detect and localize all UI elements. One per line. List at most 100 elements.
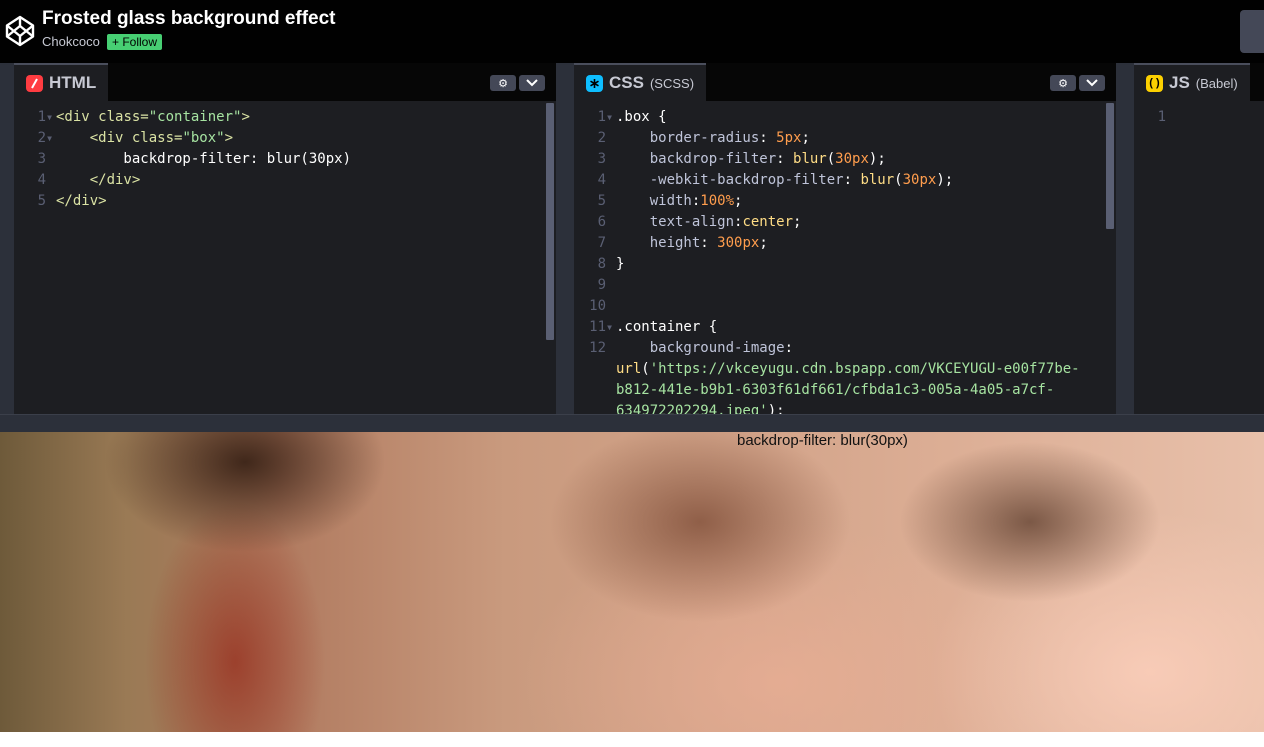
code-line: 5 </div>: [14, 191, 556, 212]
result-preview: backdrop-filter: blur(30px): [0, 432, 1264, 732]
line-number: 9: [597, 277, 606, 293]
tab-css[interactable]: CSS (SCSS): [574, 63, 707, 101]
line-number: 5: [37, 193, 46, 209]
code-line: 4 </div>: [14, 170, 556, 191]
css-pane-header: CSS (SCSS) ⚙: [574, 63, 1116, 101]
line-number: 4: [37, 172, 46, 188]
css-settings-button[interactable]: ⚙: [1050, 75, 1076, 91]
line-number: 1 ▼: [14, 107, 56, 128]
line-number: 11 ▼: [574, 317, 616, 338]
code-text: -webkit-backdrop-filter: blur(30px);: [616, 172, 954, 188]
code-line: 1 ▼ .box {: [574, 107, 1116, 128]
tab-js[interactable]: ( ) JS (Babel): [1134, 63, 1250, 101]
code-line: 10: [574, 296, 1116, 317]
code-text: backdrop-filter: blur(30px): [56, 151, 352, 167]
tab-css-label: CSS: [609, 73, 644, 92]
line-number: 3: [597, 151, 606, 167]
code-line: 5 width:100%;: [574, 191, 1116, 212]
code-line: 6 text-align:center;: [574, 212, 1116, 233]
code-line: 3 backdrop-filter: blur(30px);: [574, 149, 1116, 170]
code-text: 634972202294.jpeg');: [616, 403, 785, 414]
result-label: backdrop-filter: blur(30px): [737, 432, 908, 449]
line-number: 7: [597, 235, 606, 251]
css-scrollbar[interactable]: [1106, 103, 1114, 229]
code-text: .box {: [616, 109, 667, 125]
css-code[interactable]: 1 ▼ .box {2 border-radius: 5px; 3 backdrop-…: [574, 101, 1116, 414]
css-editor-pane: CSS (SCSS) ⚙ 1 ▼ .box {2 border-radius: 5p…: [574, 63, 1116, 414]
code-line: b812-441e-b9b1-6303f61df661/cfbda1c3-005…: [574, 380, 1116, 401]
tab-js-label: JS: [1169, 73, 1190, 92]
tab-js-preprocessor: (Babel): [1195, 75, 1238, 91]
fold-arrow-icon[interactable]: ▼: [47, 107, 52, 128]
code-line: 11 ▼ .container {: [574, 317, 1116, 338]
editors-area: HTML ⚙ 1 ▼ <div class="container"> 2 ▼ <div …: [0, 63, 1264, 414]
code-line: 1 ▼ <div class="container">: [14, 107, 556, 128]
fold-arrow-icon[interactable]: ▼: [607, 107, 612, 128]
code-text: b812-441e-b9b1-6303f61df661/cfbda1c3-005…: [616, 382, 1055, 398]
js-icon: ( ): [1146, 74, 1163, 92]
html-pane-header: HTML ⚙: [14, 63, 556, 101]
follow-button[interactable]: + Follow: [107, 34, 163, 50]
js-pane-header: ( ) JS (Babel): [1134, 63, 1264, 101]
line-number: 6: [597, 214, 606, 230]
css-collapse-button[interactable]: [1079, 75, 1105, 91]
chevron-down-icon: [526, 79, 538, 87]
html-scrollbar[interactable]: [546, 103, 554, 340]
code-text: </div>: [56, 172, 141, 188]
code-text: url('https://vkceyugu.cdn.bspapp.com/VKC…: [616, 361, 1080, 377]
code-line: 1: [1134, 107, 1264, 128]
code-text: background-image:: [616, 340, 794, 356]
js-editor-pane: ( ) JS (Babel) 1: [1134, 63, 1264, 414]
fold-arrow-icon[interactable]: ▼: [607, 317, 612, 338]
html-collapse-button[interactable]: [519, 75, 545, 91]
line-number: [574, 380, 616, 401]
line-number: 3: [37, 151, 46, 167]
code-line: 7 height: 300px;: [574, 233, 1116, 254]
code-line: url('https://vkceyugu.cdn.bspapp.com/VKC…: [574, 359, 1116, 380]
pen-title: Frosted glass background effect: [42, 8, 336, 29]
code-line: 4 -webkit-backdrop-filter: blur(30px);: [574, 170, 1116, 191]
code-line: 634972202294.jpeg');: [574, 401, 1116, 414]
code-line: 12 background-image:: [574, 338, 1116, 359]
code-text: border-radius: 5px;: [616, 130, 810, 146]
code-text: .container {: [616, 319, 718, 335]
tab-css-preprocessor: (SCSS): [649, 75, 695, 91]
code-line: 9: [574, 275, 1116, 296]
gear-icon: ⚙: [498, 77, 508, 90]
code-text: }: [616, 256, 625, 272]
code-line: 2 ▼ <div class="box">: [14, 128, 556, 149]
fold-arrow-icon[interactable]: ▼: [47, 128, 52, 149]
code-text: backdrop-filter: blur(30px);: [616, 151, 886, 167]
gear-icon: ⚙: [1058, 77, 1068, 90]
line-number: 4: [597, 172, 606, 188]
line-number: [574, 401, 616, 414]
line-number: 1: [1157, 109, 1166, 125]
html-icon: [26, 74, 43, 92]
codepen-logo-icon[interactable]: [4, 14, 36, 48]
code-line: 3 backdrop-filter: blur(30px): [14, 149, 556, 170]
code-text: height: 300px;: [616, 235, 768, 251]
js-code[interactable]: 1: [1134, 101, 1264, 414]
html-settings-button[interactable]: ⚙: [490, 75, 516, 91]
line-number: 8: [597, 256, 606, 272]
header-bar: Frosted glass background effect Chokcoco…: [0, 0, 1264, 63]
chevron-down-icon: [1086, 79, 1098, 87]
result-resize-handle[interactable]: [0, 414, 1264, 432]
line-number: 12: [589, 340, 606, 356]
line-number: 2: [597, 130, 606, 146]
code-line: 2 border-radius: 5px;: [574, 128, 1116, 149]
header-action-button[interactable]: [1240, 10, 1264, 53]
line-number: 2 ▼: [14, 128, 56, 149]
code-line: 8}: [574, 254, 1116, 275]
author-name[interactable]: Chokcoco: [42, 34, 100, 49]
line-number: [574, 359, 616, 380]
css-icon: [586, 74, 603, 92]
bottom-strip: [0, 732, 1264, 747]
line-number: 1 ▼: [574, 107, 616, 128]
code-text: width:100%;: [616, 193, 743, 209]
tab-html[interactable]: HTML: [14, 63, 109, 101]
line-number: 10: [589, 298, 606, 314]
html-code[interactable]: 1 ▼ <div class="container"> 2 ▼ <div class="…: [14, 101, 556, 414]
tab-html-label: HTML: [49, 73, 97, 92]
line-number: 5: [597, 193, 606, 209]
